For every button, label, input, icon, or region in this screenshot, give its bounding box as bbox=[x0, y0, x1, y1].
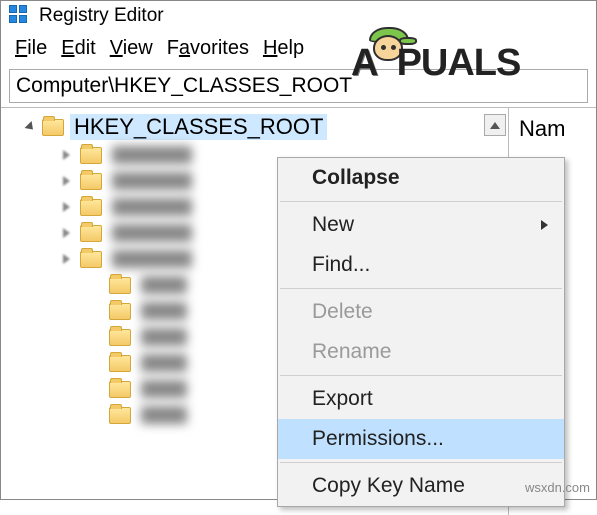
chevron-right-icon bbox=[63, 202, 70, 212]
scroll-up-button[interactable] bbox=[484, 114, 506, 136]
context-menu: Collapse New Find... Delete Rename Expor… bbox=[277, 157, 565, 507]
ctx-separator bbox=[280, 201, 562, 202]
folder-icon bbox=[109, 355, 131, 372]
tree-node-selected[interactable]: HKEY_CLASSES_ROOT bbox=[1, 112, 508, 142]
address-bar[interactable]: Computer\HKEY_CLASSES_ROOT bbox=[9, 69, 588, 103]
ctx-separator bbox=[280, 288, 562, 289]
blurred-label bbox=[141, 354, 187, 372]
folder-icon bbox=[109, 407, 131, 424]
blurred-label bbox=[112, 250, 192, 268]
folder-icon bbox=[109, 303, 131, 320]
blurred-label bbox=[141, 276, 187, 294]
menu-file[interactable]: File bbox=[15, 37, 47, 60]
folder-icon bbox=[80, 147, 102, 164]
menu-edit[interactable]: Edit bbox=[61, 37, 95, 60]
chevron-right-icon bbox=[63, 176, 70, 186]
titlebar: Registry Editor bbox=[1, 1, 596, 31]
ctx-copy-key-name[interactable]: Copy Key Name bbox=[278, 466, 564, 506]
folder-icon bbox=[80, 199, 102, 216]
address-path: Computer\HKEY_CLASSES_ROOT bbox=[16, 74, 352, 97]
blurred-label bbox=[141, 328, 187, 346]
column-header-name[interactable]: Nam bbox=[519, 114, 586, 144]
blurred-label bbox=[141, 302, 187, 320]
blurred-label bbox=[141, 406, 187, 424]
chevron-up-icon bbox=[490, 122, 500, 129]
chevron-right-icon bbox=[63, 150, 70, 160]
ctx-find[interactable]: Find... bbox=[278, 245, 564, 285]
menu-view[interactable]: View bbox=[110, 37, 153, 60]
folder-icon bbox=[80, 225, 102, 242]
menubar: File Edit View Favorites Help bbox=[1, 31, 596, 68]
ctx-permissions[interactable]: Permissions... bbox=[278, 419, 564, 459]
blurred-label bbox=[112, 172, 192, 190]
menu-favorites[interactable]: Favorites bbox=[167, 37, 249, 60]
blurred-label bbox=[112, 146, 192, 164]
chevron-right-icon bbox=[63, 228, 70, 238]
folder-icon bbox=[109, 381, 131, 398]
blurred-label bbox=[141, 380, 187, 398]
ctx-new[interactable]: New bbox=[278, 205, 564, 245]
ctx-rename: Rename bbox=[278, 332, 564, 372]
folder-icon bbox=[80, 173, 102, 190]
regedit-icon bbox=[9, 5, 31, 27]
blurred-label bbox=[112, 224, 192, 242]
ctx-export[interactable]: Export bbox=[278, 379, 564, 419]
folder-icon bbox=[109, 277, 131, 294]
window-title: Registry Editor bbox=[39, 5, 164, 27]
ctx-separator bbox=[280, 462, 562, 463]
ctx-delete: Delete bbox=[278, 292, 564, 332]
expander-icon[interactable] bbox=[24, 121, 36, 133]
blurred-label bbox=[112, 198, 192, 216]
ctx-collapse[interactable]: Collapse bbox=[278, 158, 564, 198]
tree-node-label: HKEY_CLASSES_ROOT bbox=[70, 114, 327, 140]
folder-icon bbox=[42, 119, 64, 136]
chevron-right-icon bbox=[63, 254, 70, 264]
ctx-separator bbox=[280, 375, 562, 376]
menu-help[interactable]: Help bbox=[263, 37, 304, 60]
folder-icon bbox=[109, 329, 131, 346]
folder-icon bbox=[80, 251, 102, 268]
